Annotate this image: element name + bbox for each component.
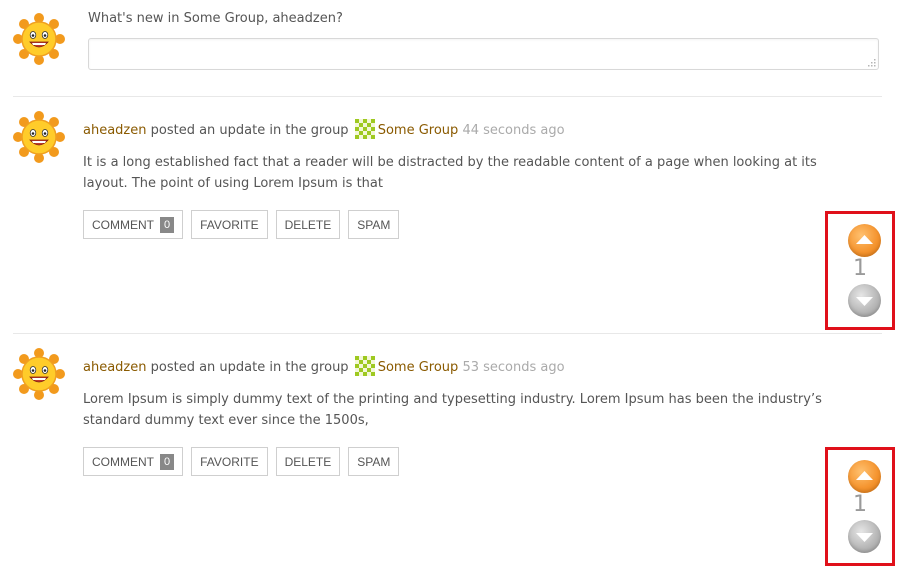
divider bbox=[13, 333, 882, 334]
comment-button[interactable]: COMMENT 0 bbox=[83, 210, 184, 239]
chevron-down-circle-icon bbox=[856, 533, 873, 542]
group-identicon-icon[interactable] bbox=[354, 356, 375, 376]
spam-button[interactable]: SPAM bbox=[348, 210, 400, 239]
delete-button[interactable]: DELETE bbox=[275, 210, 341, 239]
divider bbox=[13, 96, 882, 97]
activity-header: aheadzen posted an update in the group S… bbox=[83, 356, 565, 376]
chevron-up-circle-icon bbox=[856, 235, 873, 244]
activity-header: aheadzen posted an update in the group S… bbox=[83, 119, 565, 139]
comment-count-badge: 0 bbox=[160, 216, 175, 233]
resize-grip-icon[interactable] bbox=[867, 58, 876, 67]
delete-button[interactable]: DELETE bbox=[275, 447, 341, 476]
timestamp[interactable]: 53 seconds ago bbox=[462, 360, 564, 375]
action-text: posted an update in the group bbox=[150, 123, 349, 138]
group-link[interactable]: Some Group bbox=[378, 360, 459, 375]
smiling-sun-avatar-icon bbox=[12, 110, 66, 164]
activity-actions: COMMENT 0 FAVORITE DELETE SPAM bbox=[83, 447, 400, 476]
activity-avatar[interactable] bbox=[12, 110, 66, 164]
vote-widget: 1 bbox=[825, 211, 895, 330]
chevron-down-circle-icon bbox=[856, 297, 873, 306]
comment-label: COMMENT bbox=[92, 454, 154, 469]
vote-down-button[interactable] bbox=[848, 520, 881, 553]
vote-up-button[interactable] bbox=[848, 460, 881, 493]
activity-content: It is a long established fact that a rea… bbox=[83, 155, 817, 191]
vote-count: 1 bbox=[853, 492, 867, 517]
comment-label: COMMENT bbox=[92, 217, 154, 232]
activity-avatar[interactable] bbox=[12, 347, 66, 401]
favorite-button[interactable]: FAVORITE bbox=[191, 447, 268, 476]
favorite-button[interactable]: FAVORITE bbox=[191, 210, 268, 239]
group-link[interactable]: Some Group bbox=[378, 123, 459, 138]
vote-count: 1 bbox=[853, 256, 867, 281]
spam-button[interactable]: SPAM bbox=[348, 447, 400, 476]
comment-count-badge: 0 bbox=[160, 453, 175, 470]
user-avatar[interactable] bbox=[12, 12, 66, 66]
chevron-up-circle-icon bbox=[856, 471, 873, 480]
user-link[interactable]: aheadzen bbox=[83, 123, 146, 138]
vote-widget: 1 bbox=[825, 447, 895, 566]
vote-down-button[interactable] bbox=[848, 284, 881, 317]
activity-content: Lorem Ipsum is simply dummy text of the … bbox=[83, 392, 822, 428]
timestamp[interactable]: 44 seconds ago bbox=[462, 123, 564, 138]
user-link[interactable]: aheadzen bbox=[83, 360, 146, 375]
comment-button[interactable]: COMMENT 0 bbox=[83, 447, 184, 476]
whats-new-prompt: What's new in Some Group, aheadzen? bbox=[88, 11, 343, 26]
whats-new-textarea[interactable] bbox=[88, 38, 879, 70]
group-identicon-icon[interactable] bbox=[354, 119, 375, 139]
smiling-sun-avatar-icon bbox=[12, 12, 66, 66]
vote-up-button[interactable] bbox=[848, 224, 881, 257]
action-text: posted an update in the group bbox=[150, 360, 349, 375]
smiling-sun-avatar-icon bbox=[12, 347, 66, 401]
activity-actions: COMMENT 0 FAVORITE DELETE SPAM bbox=[83, 210, 400, 239]
